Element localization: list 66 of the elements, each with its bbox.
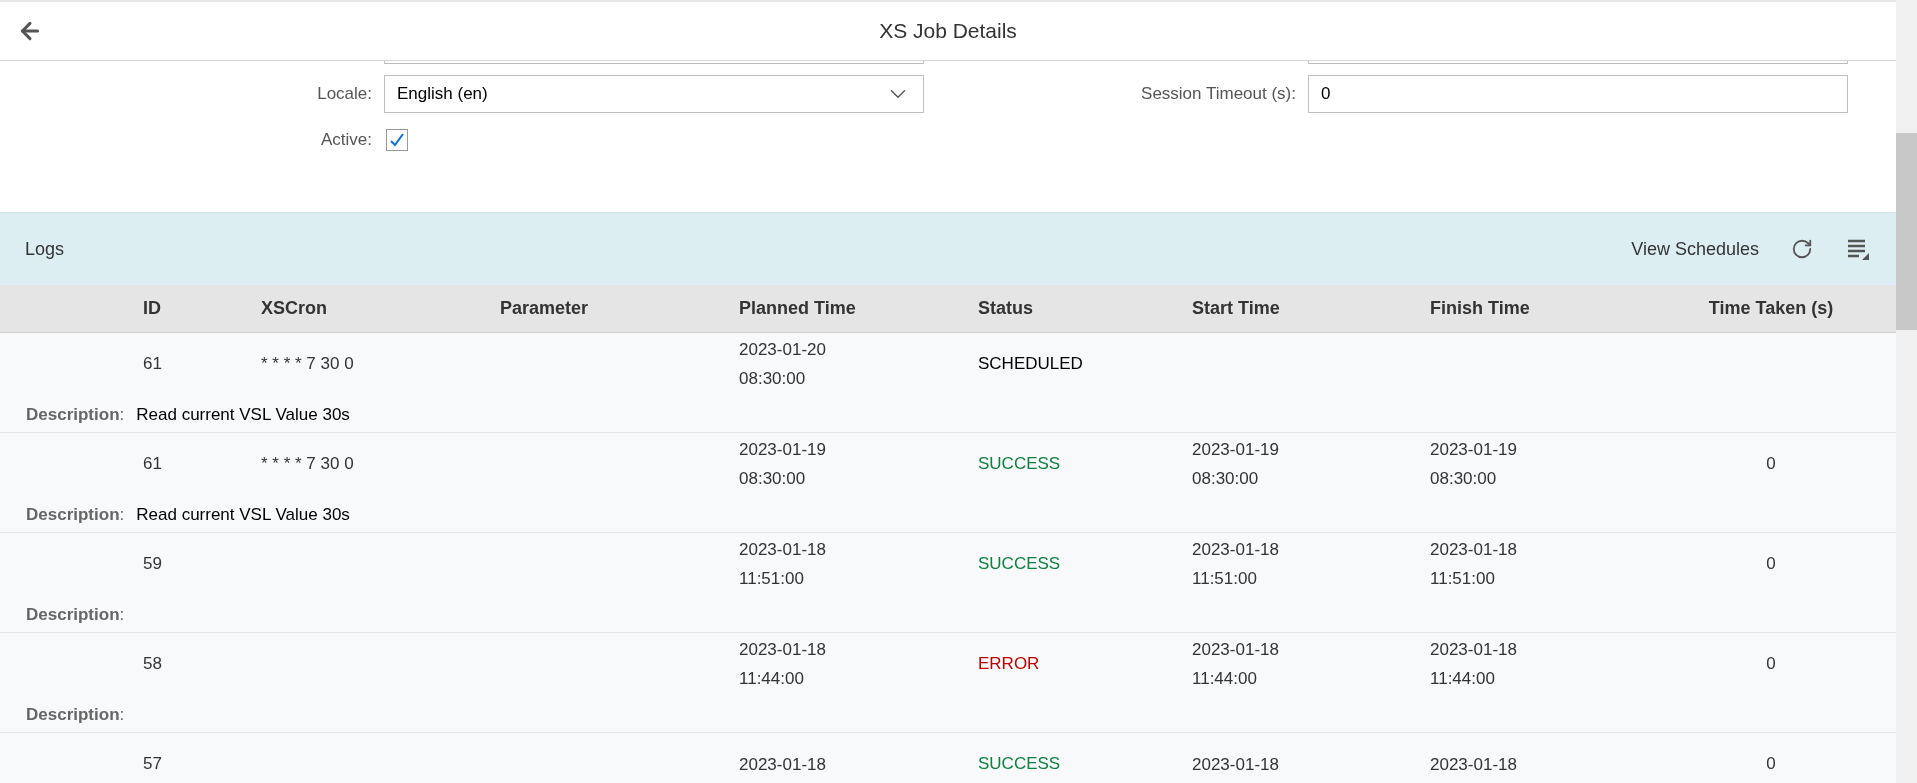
- scrollbar-thumb[interactable]: [1896, 133, 1917, 330]
- finish-time-cell-text: 2023-01-18: [1430, 539, 1518, 561]
- locale-select[interactable]: English (en): [384, 75, 924, 113]
- status-cell-text: SUCCESS: [978, 553, 1061, 576]
- column-header: Start Time: [1192, 297, 1281, 320]
- planned-time-cell-text: 2023-01-18: [739, 753, 827, 776]
- start-time-cell-text: 2023-01-19: [1192, 439, 1280, 461]
- start-time-cell-text: 08:30:00: [1192, 468, 1260, 490]
- description-label: Description:: [26, 704, 125, 726]
- description-text: Read current VSL Value 30s: [136, 404, 350, 426]
- finish-time-cell-text: 2023-01-19: [1430, 439, 1518, 461]
- column-header: Time Taken (s): [1707, 297, 1835, 320]
- session-timeout-label: Session Timeout (s):: [1140, 83, 1296, 106]
- description-label: Description:: [26, 604, 125, 626]
- session-timeout-field[interactable]: 0: [1308, 75, 1848, 113]
- status-cell-text: SCHEDULED: [978, 353, 1083, 376]
- time-taken-cell-text: 0: [1766, 753, 1776, 776]
- description-label: Description:: [26, 404, 125, 426]
- finish-time-cell-text: 2023-01-18: [1430, 753, 1518, 776]
- page-title: XS Job Details: [879, 18, 1017, 45]
- column-header: Parameter: [500, 297, 590, 320]
- planned-time-cell-text: 2023-01-19: [739, 439, 827, 461]
- column-header: XSCron: [261, 297, 328, 320]
- time-taken-cell-text: 0: [1766, 453, 1776, 476]
- finish-time-cell-text: 11:51:00: [1430, 568, 1496, 590]
- xscron-cell-text: * * * * 7 30 0: [261, 453, 354, 476]
- column-header: Status: [978, 297, 1034, 320]
- planned-time-cell-text: 2023-01-20: [739, 339, 827, 361]
- planned-time-cell-text: 2023-01-18: [739, 639, 827, 661]
- finish-time-cell-text: 11:44:00: [1430, 668, 1496, 690]
- id-cell-text: 58: [143, 653, 162, 676]
- column-header: Finish Time: [1430, 297, 1531, 320]
- active-label: Active:: [319, 129, 372, 151]
- refresh-icon: [1791, 238, 1813, 260]
- planned-time-cell-text: 08:30:00: [739, 468, 807, 490]
- finish-time-cell-text: 2023-01-18: [1430, 639, 1518, 661]
- status-cell-text: SUCCESS: [978, 453, 1061, 476]
- logs-title: Logs: [25, 237, 65, 261]
- planned-time-cell-text: 11:44:00: [739, 668, 805, 690]
- description-label: Description:: [26, 504, 125, 526]
- finish-time-cell-text: 08:30:00: [1430, 468, 1498, 490]
- start-time-cell-text: 2023-01-18: [1192, 639, 1280, 661]
- id-cell-text: 59: [143, 553, 162, 576]
- start-time-cell-text: 11:44:00: [1192, 668, 1258, 690]
- time-taken-cell-text: 0: [1766, 653, 1776, 676]
- id-cell-text: 61: [143, 453, 162, 476]
- checkmark-icon: [389, 131, 405, 148]
- list-settings-icon: [1846, 237, 1870, 261]
- column-header: Planned Time: [739, 297, 857, 320]
- status-cell-text: ERROR: [978, 653, 1040, 676]
- start-time-cell-text: 2023-01-18: [1192, 539, 1280, 561]
- column-header: ID: [143, 297, 162, 320]
- planned-time-cell-text: 2023-01-18: [739, 539, 827, 561]
- description-text: Read current VSL Value 30s: [136, 504, 350, 526]
- start-time-cell-text: 11:51:00: [1192, 568, 1258, 590]
- xscron-cell-text: * * * * 7 30 0: [261, 353, 354, 376]
- id-cell-text: 57: [143, 753, 162, 776]
- status-cell-text: SUCCESS: [978, 753, 1061, 776]
- active-checkbox[interactable]: [386, 128, 408, 151]
- locale-label: Locale:: [316, 83, 372, 106]
- view-schedules-button[interactable]: View Schedules: [1631, 235, 1759, 263]
- start-time-cell-text: 2023-01-18: [1192, 753, 1280, 776]
- time-taken-cell-text: 0: [1766, 553, 1776, 576]
- planned-time-cell-text: 11:51:00: [739, 568, 805, 590]
- planned-time-cell-text: 08:30:00: [739, 368, 807, 390]
- id-cell-text: 61: [143, 353, 162, 376]
